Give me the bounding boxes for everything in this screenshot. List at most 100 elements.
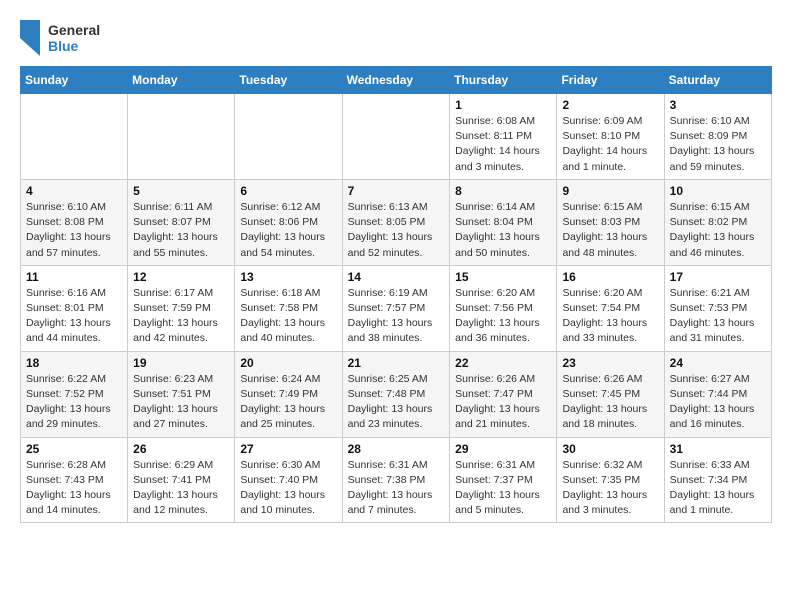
day-info: Sunrise: 6:22 AM Sunset: 7:52 PM Dayligh…	[26, 372, 122, 433]
calendar-cell	[342, 94, 450, 180]
calendar-cell: 21 Sunrise: 6:25 AM Sunset: 7:48 PM Dayli…	[342, 351, 450, 437]
weekday-header-tuesday: Tuesday	[235, 67, 342, 94]
day-info: Sunrise: 6:10 AM Sunset: 8:09 PM Dayligh…	[670, 114, 766, 175]
calendar-cell: 15 Sunrise: 6:20 AM Sunset: 7:56 PM Dayli…	[450, 265, 557, 351]
day-number: 16	[562, 270, 658, 284]
day-number: 14	[348, 270, 445, 284]
calendar-cell: 24 Sunrise: 6:27 AM Sunset: 7:44 PM Dayli…	[664, 351, 771, 437]
day-number: 12	[133, 270, 229, 284]
day-number: 17	[670, 270, 766, 284]
calendar-cell: 28 Sunrise: 6:31 AM Sunset: 7:38 PM Dayli…	[342, 437, 450, 523]
weekday-header-monday: Monday	[128, 67, 235, 94]
day-info: Sunrise: 6:25 AM Sunset: 7:48 PM Dayligh…	[348, 372, 445, 433]
logo-blue-text: Blue	[48, 38, 100, 54]
calendar-cell: 19Sunrise: 6:23 AM Sunset: 7:51 PM Dayli…	[128, 351, 235, 437]
day-info: Sunrise: 6:31 AM Sunset: 7:38 PM Dayligh…	[348, 458, 445, 519]
calendar-cell	[21, 94, 128, 180]
calendar-cell: 13 Sunrise: 6:18 AM Sunset: 7:58 PM Dayli…	[235, 265, 342, 351]
calendar-cell: 20 Sunrise: 6:24 AM Sunset: 7:49 PM Dayli…	[235, 351, 342, 437]
day-info: Sunrise: 6:24 AM Sunset: 7:49 PM Dayligh…	[240, 372, 336, 433]
day-number: 9	[562, 184, 658, 198]
calendar-cell: 22Sunrise: 6:26 AM Sunset: 7:47 PM Dayli…	[450, 351, 557, 437]
day-info: Sunrise: 6:31 AM Sunset: 7:37 PM Dayligh…	[455, 458, 551, 519]
day-info: Sunrise: 6:29 AM Sunset: 7:41 PM Dayligh…	[133, 458, 229, 519]
calendar-cell: 4 Sunrise: 6:10 AM Sunset: 8:08 PM Daylig…	[21, 179, 128, 265]
calendar-cell	[128, 94, 235, 180]
day-number: 3	[670, 98, 766, 112]
calendar-cell: 23Sunrise: 6:26 AM Sunset: 7:45 PM Dayli…	[557, 351, 664, 437]
day-number: 6	[240, 184, 336, 198]
day-info: Sunrise: 6:15 AM Sunset: 8:02 PM Dayligh…	[670, 200, 766, 261]
day-number: 18	[26, 356, 122, 370]
day-number: 22	[455, 356, 551, 370]
day-info: Sunrise: 6:17 AM Sunset: 7:59 PM Dayligh…	[133, 286, 229, 347]
day-info: Sunrise: 6:32 AM Sunset: 7:35 PM Dayligh…	[562, 458, 658, 519]
day-info: Sunrise: 6:13 AM Sunset: 8:05 PM Dayligh…	[348, 200, 445, 261]
day-info: Sunrise: 6:08 AM Sunset: 8:11 PM Dayligh…	[455, 114, 551, 175]
day-info: Sunrise: 6:19 AM Sunset: 7:57 PM Dayligh…	[348, 286, 445, 347]
calendar-cell: 25Sunrise: 6:28 AM Sunset: 7:43 PM Dayli…	[21, 437, 128, 523]
day-info: Sunrise: 6:27 AM Sunset: 7:44 PM Dayligh…	[670, 372, 766, 433]
logo: GeneralBlue	[20, 20, 100, 56]
day-info: Sunrise: 6:10 AM Sunset: 8:08 PM Dayligh…	[26, 200, 122, 261]
calendar-cell: 31 Sunrise: 6:33 AM Sunset: 7:34 PM Dayli…	[664, 437, 771, 523]
calendar-week-1: 1Sunrise: 6:08 AM Sunset: 8:11 PM Daylig…	[21, 94, 772, 180]
day-number: 5	[133, 184, 229, 198]
page-header: GeneralBlue	[20, 20, 772, 56]
weekday-header-row: SundayMondayTuesdayWednesdayThursdayFrid…	[21, 67, 772, 94]
day-info: Sunrise: 6:28 AM Sunset: 7:43 PM Dayligh…	[26, 458, 122, 519]
day-info: Sunrise: 6:30 AM Sunset: 7:40 PM Dayligh…	[240, 458, 336, 519]
calendar-cell: 3 Sunrise: 6:10 AM Sunset: 8:09 PM Daylig…	[664, 94, 771, 180]
day-number: 21	[348, 356, 445, 370]
logo-general-text: General	[48, 22, 100, 38]
weekday-header-saturday: Saturday	[664, 67, 771, 94]
day-number: 19	[133, 356, 229, 370]
calendar-cell: 26 Sunrise: 6:29 AM Sunset: 7:41 PM Dayli…	[128, 437, 235, 523]
day-info: Sunrise: 6:09 AM Sunset: 8:10 PM Dayligh…	[562, 114, 658, 175]
calendar-cell: 30 Sunrise: 6:32 AM Sunset: 7:35 PM Dayli…	[557, 437, 664, 523]
calendar-cell: 11Sunrise: 6:16 AM Sunset: 8:01 PM Dayli…	[21, 265, 128, 351]
day-info: Sunrise: 6:33 AM Sunset: 7:34 PM Dayligh…	[670, 458, 766, 519]
day-info: Sunrise: 6:20 AM Sunset: 7:54 PM Dayligh…	[562, 286, 658, 347]
day-info: Sunrise: 6:20 AM Sunset: 7:56 PM Dayligh…	[455, 286, 551, 347]
calendar-cell: 9Sunrise: 6:15 AM Sunset: 8:03 PM Daylig…	[557, 179, 664, 265]
weekday-header-thursday: Thursday	[450, 67, 557, 94]
day-number: 24	[670, 356, 766, 370]
day-info: Sunrise: 6:14 AM Sunset: 8:04 PM Dayligh…	[455, 200, 551, 261]
calendar-table: SundayMondayTuesdayWednesdayThursdayFrid…	[20, 66, 772, 523]
day-number: 2	[562, 98, 658, 112]
calendar-week-4: 18 Sunrise: 6:22 AM Sunset: 7:52 PM Dayli…	[21, 351, 772, 437]
day-number: 27	[240, 442, 336, 456]
calendar-cell: 6 Sunrise: 6:12 AM Sunset: 8:06 PM Daylig…	[235, 179, 342, 265]
calendar-cell: 1Sunrise: 6:08 AM Sunset: 8:11 PM Daylig…	[450, 94, 557, 180]
day-number: 29	[455, 442, 551, 456]
calendar-cell: 17Sunrise: 6:21 AM Sunset: 7:53 PM Dayli…	[664, 265, 771, 351]
weekday-header-wednesday: Wednesday	[342, 67, 450, 94]
day-number: 11	[26, 270, 122, 284]
day-number: 28	[348, 442, 445, 456]
day-number: 10	[670, 184, 766, 198]
day-info: Sunrise: 6:11 AM Sunset: 8:07 PM Dayligh…	[133, 200, 229, 261]
calendar-cell: 27 Sunrise: 6:30 AM Sunset: 7:40 PM Dayli…	[235, 437, 342, 523]
calendar-cell: 5 Sunrise: 6:11 AM Sunset: 8:07 PM Daylig…	[128, 179, 235, 265]
day-number: 7	[348, 184, 445, 198]
day-number: 13	[240, 270, 336, 284]
day-number: 31	[670, 442, 766, 456]
day-number: 4	[26, 184, 122, 198]
calendar-cell: 16 Sunrise: 6:20 AM Sunset: 7:54 PM Dayli…	[557, 265, 664, 351]
weekday-header-sunday: Sunday	[21, 67, 128, 94]
calendar-cell: 29 Sunrise: 6:31 AM Sunset: 7:37 PM Dayli…	[450, 437, 557, 523]
calendar-cell	[235, 94, 342, 180]
day-number: 26	[133, 442, 229, 456]
calendar-week-5: 25Sunrise: 6:28 AM Sunset: 7:43 PM Dayli…	[21, 437, 772, 523]
day-number: 30	[562, 442, 658, 456]
calendar-cell: 12 Sunrise: 6:17 AM Sunset: 7:59 PM Dayli…	[128, 265, 235, 351]
day-info: Sunrise: 6:18 AM Sunset: 7:58 PM Dayligh…	[240, 286, 336, 347]
calendar-cell: 18 Sunrise: 6:22 AM Sunset: 7:52 PM Dayli…	[21, 351, 128, 437]
day-number: 20	[240, 356, 336, 370]
day-number: 15	[455, 270, 551, 284]
day-number: 8	[455, 184, 551, 198]
day-info: Sunrise: 6:12 AM Sunset: 8:06 PM Dayligh…	[240, 200, 336, 261]
calendar-cell: 2 Sunrise: 6:09 AM Sunset: 8:10 PM Daylig…	[557, 94, 664, 180]
calendar-cell: 14 Sunrise: 6:19 AM Sunset: 7:57 PM Dayli…	[342, 265, 450, 351]
